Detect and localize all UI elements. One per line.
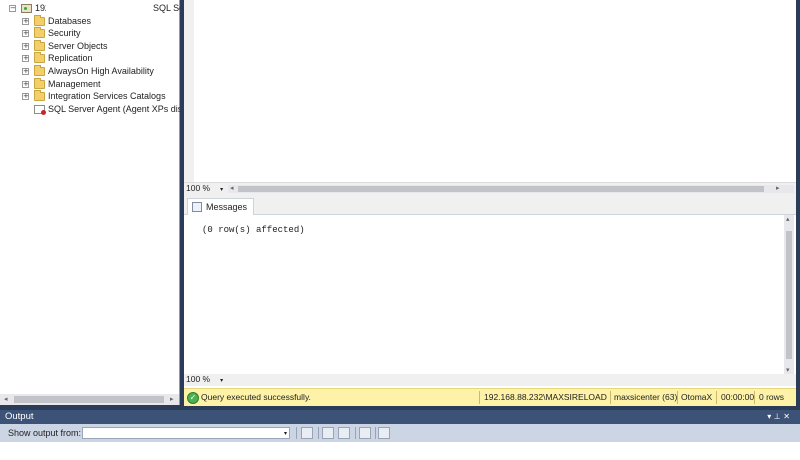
status-user: maxsicenter (63) [614, 392, 678, 402]
messages-icon [192, 202, 202, 212]
folder-icon [34, 77, 45, 89]
tree-node-label: Server Objects [48, 40, 108, 51]
toolbar-separator [375, 427, 376, 439]
expand-icon[interactable]: + [22, 42, 29, 50]
tab-messages-label: Messages [206, 202, 248, 212]
editor-zoom-select[interactable]: 100 % ▾ [186, 183, 223, 194]
tree-node-security[interactable]: + Security [0, 27, 180, 40]
results-zoom-select[interactable]: 100 % ▾ [186, 374, 223, 385]
clear-all-icon[interactable] [359, 427, 371, 439]
status-divider [754, 391, 755, 404]
result-message: (0 row(s) affected) [202, 225, 305, 235]
status-elapsed: 00:00:00 [721, 392, 755, 402]
server-name-suffix: SQL Ser [153, 3, 180, 13]
scroll-left-icon[interactable]: ◂ [230, 183, 234, 194]
tree-node-databases[interactable]: + Databases [0, 14, 180, 28]
tree-node-label: Databases [48, 15, 92, 26]
scrollbar-thumb[interactable] [786, 231, 792, 359]
output-title: Output [5, 411, 34, 422]
toolbar-separator [355, 427, 356, 439]
results-zoom-bar: 100 % ▾ [184, 374, 796, 386]
folder-icon [34, 90, 45, 102]
status-divider [677, 391, 678, 404]
find-next-icon[interactable] [338, 427, 350, 439]
show-output-label: Show output from: [8, 428, 82, 438]
tree-node-sql-agent[interactable]: SQL Server Agent (Agent XPs disabl [0, 103, 180, 116]
expand-icon[interactable]: + [22, 30, 29, 38]
word-wrap-icon[interactable] [378, 427, 390, 439]
status-message: Query executed successfully. [201, 392, 311, 402]
dropdown-icon[interactable]: ▾ [220, 378, 223, 384]
explorer-horizontal-scrollbar[interactable]: ◂ ▸ [0, 394, 179, 405]
expand-icon[interactable]: + [22, 67, 29, 75]
tab-messages[interactable]: Messages [187, 198, 255, 215]
status-divider [479, 391, 480, 404]
output-panel: Output ▾ ⊥ ✕ Show output from: ▾ [0, 410, 800, 460]
tree-node-label: AlwaysOn High Availability [48, 65, 154, 76]
status-rows: 0 rows [759, 392, 785, 402]
window-edge [796, 0, 800, 410]
expand-icon[interactable]: + [22, 80, 29, 88]
output-header: Output ▾ ⊥ ✕ [0, 410, 800, 424]
folder-icon [34, 52, 45, 64]
find-previous-icon[interactable] [322, 427, 334, 439]
tree-node-integration-services[interactable]: + Integration Services Catalogs [0, 90, 180, 103]
status-divider [610, 391, 611, 404]
collapse-icon[interactable]: − [9, 5, 16, 12]
messages-vertical-scrollbar[interactable]: ▴ ▾ [784, 215, 794, 376]
expand-icon[interactable]: + [22, 17, 29, 25]
tree-node-alwayson[interactable]: + AlwaysOn High Availability [0, 64, 180, 78]
status-divider [716, 391, 717, 404]
scrollbar-thumb[interactable] [14, 396, 164, 403]
output-window-buttons: ▾ ⊥ ✕ [761, 410, 790, 424]
results-tabstrip: Messages [184, 194, 796, 215]
redacted-server-name [46, 2, 152, 14]
agent-disabled-icon [34, 104, 46, 115]
go-to-previous-icon[interactable] [301, 427, 313, 439]
output-toolbar: Show output from: ▾ [0, 424, 800, 442]
server-icon [21, 4, 32, 13]
output-source-select[interactable]: ▾ [82, 427, 290, 439]
toolbar-separator [296, 427, 297, 439]
dropdown-icon[interactable]: ▾ [220, 187, 223, 193]
scroll-up-icon[interactable]: ▴ [786, 214, 790, 225]
object-explorer: − 192 SQL Ser + Databases + Security + S… [0, 0, 180, 405]
status-server: 192.168.88.232\MAXSIRELOAD ... [484, 392, 608, 402]
scroll-right-icon[interactable]: ▸ [776, 183, 780, 194]
results-zoom-value: 100 % [186, 374, 211, 384]
query-editor[interactable] [184, 0, 796, 182]
ssms-window: − 192 SQL Ser + Databases + Security + S… [0, 0, 800, 460]
expand-icon[interactable]: + [22, 93, 29, 101]
folder-icon [34, 14, 45, 26]
tree-node-label: Security [48, 28, 81, 39]
folder-icon [34, 64, 45, 76]
toolbar-separator [318, 427, 319, 439]
editor-zoom-value: 100 % [186, 183, 211, 193]
folder-icon [34, 27, 45, 39]
status-database: OtomaX [681, 392, 713, 402]
scrollbar-thumb[interactable] [238, 186, 764, 192]
tree-node-label: SQL Server Agent (Agent XPs disabl [48, 103, 180, 114]
output-text-area[interactable] [0, 442, 800, 460]
tree-node-label: Integration Services Catalogs [48, 91, 166, 102]
tree-node-server-objects[interactable]: + Server Objects [0, 39, 180, 53]
query-status-bar: ✓ Query executed successfully. 192.168.8… [184, 388, 796, 406]
tree-node-replication[interactable]: + Replication [0, 52, 180, 65]
expand-icon[interactable]: + [22, 55, 29, 63]
tree-node-management[interactable]: + Management [0, 77, 180, 91]
success-icon: ✓ [187, 392, 199, 404]
tree-node-label: Management [48, 78, 101, 89]
editor-horizontal-scrollbar[interactable]: ◂ ▸ [228, 183, 794, 194]
results-pane: Messages (0 row(s) affected) ▴ ▾ 100 % ▾ [184, 194, 796, 388]
tree-node-label: Replication [48, 53, 93, 64]
messages-pane[interactable]: (0 row(s) affected) [184, 215, 784, 367]
editor-zoom-bar: 100 % ▾ ◂ ▸ [184, 182, 796, 194]
scroll-left-icon[interactable]: ◂ [4, 394, 8, 405]
tree-node-server[interactable]: − 192 SQL Ser [0, 2, 180, 15]
scroll-right-icon[interactable]: ▸ [170, 394, 174, 405]
object-explorer-tree: − 192 SQL Ser + Databases + Security + S… [0, 2, 180, 115]
pin-icon[interactable]: ▾ ⊥ ✕ [767, 412, 790, 421]
folder-icon [34, 39, 45, 51]
dropdown-icon[interactable]: ▾ [284, 428, 287, 439]
